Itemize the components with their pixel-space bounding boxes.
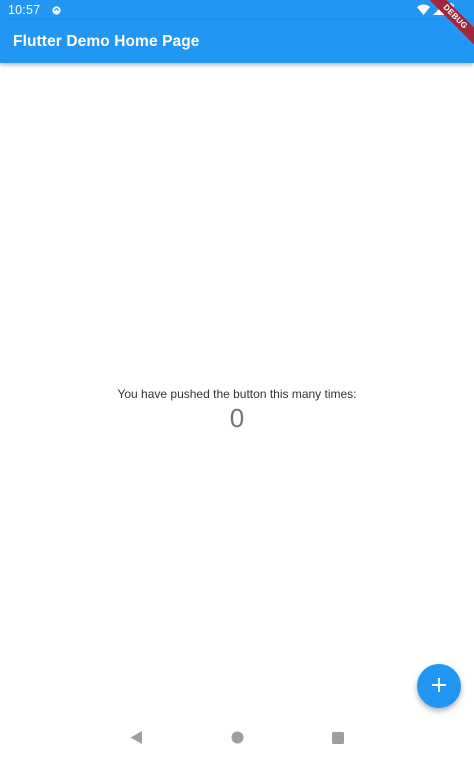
- plus-icon: [432, 677, 446, 695]
- counter-section: You have pushed the button this many tim…: [0, 387, 474, 433]
- counter-label: You have pushed the button this many tim…: [117, 387, 357, 401]
- home-icon: [231, 731, 244, 749]
- increment-button[interactable]: [417, 664, 461, 708]
- cell-signal-icon: [433, 3, 444, 18]
- status-bar: 10:57: [0, 0, 474, 20]
- app-bar: Flutter Demo Home Page: [0, 20, 474, 63]
- back-button[interactable]: [122, 726, 150, 754]
- status-icons: [417, 3, 454, 18]
- back-icon: [130, 731, 143, 749]
- app-screen: 10:57 DEBUG Flutter Demo Home Page You h…: [0, 0, 474, 758]
- page-title: Flutter Demo Home Page: [13, 32, 200, 50]
- navigation-bar: [0, 722, 474, 758]
- home-button[interactable]: [223, 726, 251, 754]
- wifi-icon: [417, 4, 430, 18]
- notification-icon: [50, 4, 62, 16]
- recents-button[interactable]: [324, 726, 352, 754]
- recents-icon: [332, 731, 344, 749]
- battery-icon: [447, 3, 454, 18]
- status-time: 10:57: [8, 3, 41, 17]
- counter-value: 0: [229, 403, 245, 433]
